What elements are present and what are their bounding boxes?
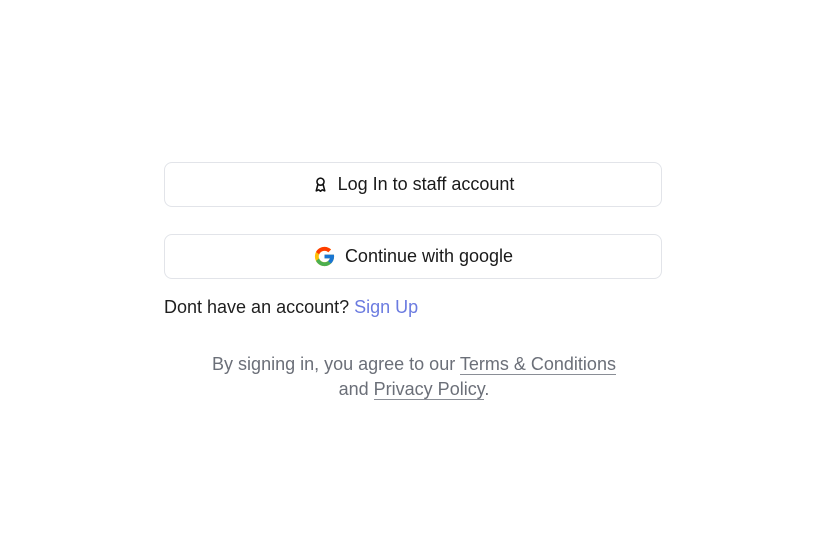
signup-prompt: Dont have an account? Sign Up bbox=[164, 297, 418, 318]
user-badge-icon bbox=[312, 176, 329, 193]
google-logo-icon bbox=[313, 245, 336, 268]
legal-suffix: . bbox=[484, 379, 490, 399]
terms-link[interactable]: Terms & Conditions bbox=[459, 354, 616, 375]
legal-conjunction: and bbox=[338, 379, 369, 399]
login-page: Log In to staff account Continue with go… bbox=[0, 0, 813, 537]
staff-login-button[interactable]: Log In to staff account bbox=[164, 162, 662, 207]
privacy-link[interactable]: Privacy Policy bbox=[373, 379, 485, 400]
signup-prompt-text: Dont have an account? bbox=[164, 297, 350, 317]
signup-link[interactable]: Sign Up bbox=[354, 297, 418, 317]
staff-login-label: Log In to staff account bbox=[337, 174, 515, 194]
legal-notice: By signing in, you agree to our Terms & … bbox=[164, 352, 664, 402]
google-login-button[interactable]: Continue with google bbox=[164, 234, 662, 279]
google-login-label: Continue with google bbox=[344, 246, 514, 266]
legal-prefix: By signing in, you agree to our bbox=[212, 354, 456, 374]
